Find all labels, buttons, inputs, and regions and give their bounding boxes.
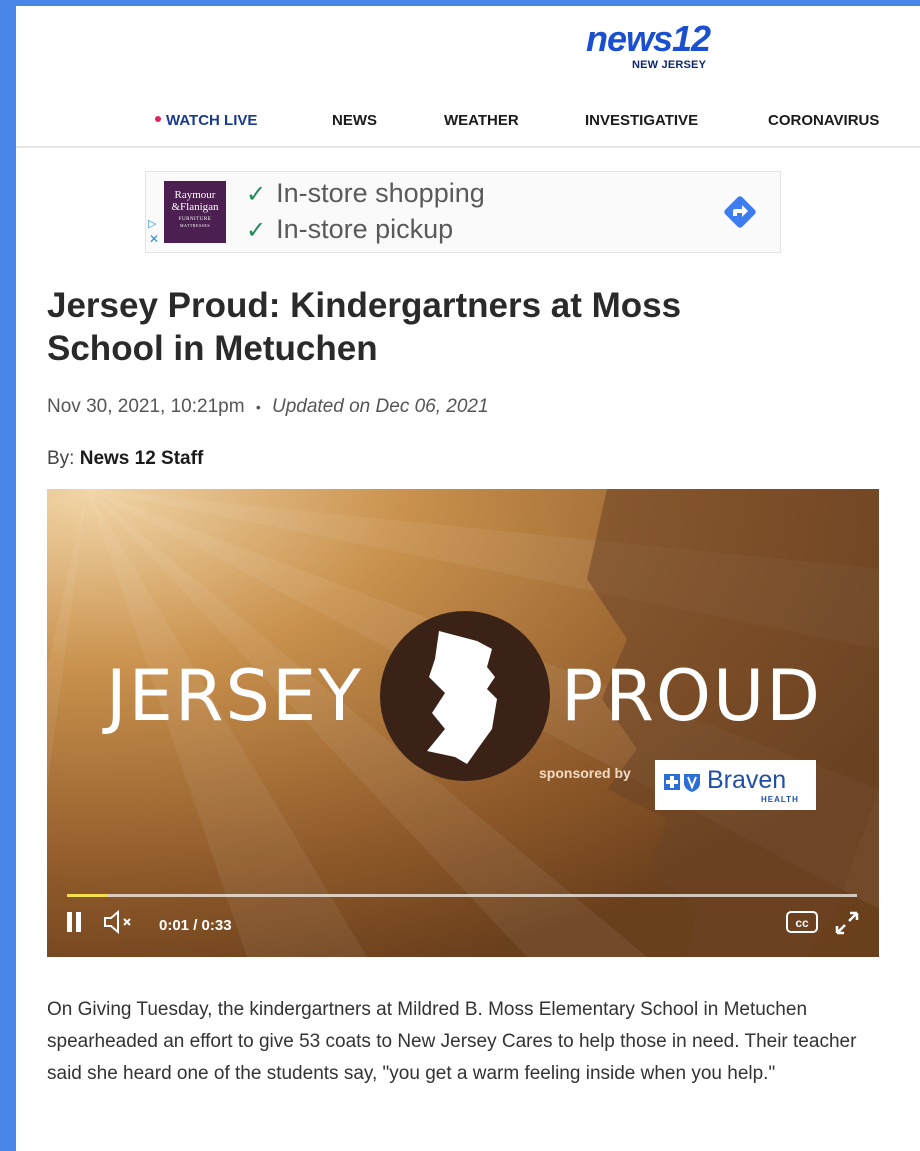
fullscreen-icon[interactable]: [833, 909, 861, 937]
live-dot-icon: [155, 116, 161, 123]
video-title-right: PROUD: [561, 655, 823, 737]
check-icon: ✓: [246, 217, 267, 244]
sponsor-logo: Braven HEALTH: [655, 760, 816, 810]
video-player[interactable]: JERSEY PROUD sponsored by Braven HEALTH …: [47, 489, 879, 957]
sponsor-sub: HEALTH: [761, 795, 799, 804]
page: news12 NEW JERSEY WATCH LIVE NEWS WEATHE…: [16, 6, 920, 1151]
nav-watch-live[interactable]: WATCH LIVE: [155, 112, 257, 129]
header-divider: [16, 146, 920, 148]
nav-weather[interactable]: WEATHER: [444, 112, 519, 129]
byline-prefix: By:: [47, 448, 75, 469]
ad-line-shopping: ✓ In-store shopping: [246, 178, 485, 209]
nav-investigative[interactable]: INVESTIGATIVE: [585, 112, 698, 129]
ad-line-pickup-text: In-store pickup: [276, 214, 454, 244]
bcbs-icon: [664, 774, 700, 792]
cc-icon[interactable]: cc: [785, 909, 819, 935]
video-progress-fill: [67, 894, 107, 897]
muted-icon[interactable]: [102, 909, 138, 935]
updated-date: Updated on Dec 06, 2021: [272, 396, 489, 417]
article-title: Jersey Proud: Kindergartners at Moss Sch…: [47, 286, 682, 368]
pause-icon[interactable]: [65, 909, 85, 935]
close-icon[interactable]: ✕: [149, 232, 159, 246]
article-meta: Nov 30, 2021, 10:21pm • Updated on Dec 0…: [47, 396, 489, 418]
ad-brand-logo: Raymour &Flanigan FURNITURE MATTRESSES: [164, 181, 226, 243]
nav-watch-live-label: WATCH LIVE: [166, 112, 258, 129]
ad-brand-line3: FURNITURE: [178, 217, 212, 222]
directions-icon[interactable]: [720, 192, 760, 232]
ad-brand-line4: MATTRESSES: [179, 223, 211, 228]
article-body: On Giving Tuesday, the kindergartners at…: [47, 999, 857, 1084]
nav-coronavirus[interactable]: CORONAVIRUS: [768, 112, 879, 129]
check-icon: ✓: [246, 181, 267, 208]
publish-date: Nov 30, 2021, 10:21pm: [47, 396, 245, 417]
ad-brand-line1: Raymour: [174, 189, 216, 201]
author-name[interactable]: News 12 Staff: [80, 448, 204, 469]
nav-news[interactable]: NEWS: [332, 112, 377, 129]
ad-line-pickup: ✓ In-store pickup: [246, 214, 453, 245]
video-time: 0:01 / 0:33: [159, 917, 232, 934]
sponsored-by-label: sponsored by: [539, 765, 631, 781]
logo-sub-text: NEW JERSEY: [632, 59, 707, 71]
meta-separator: •: [255, 399, 261, 415]
ad-line-shopping-text: In-store shopping: [276, 178, 485, 208]
svg-text:cc: cc: [795, 916, 809, 930]
ad-brand-line2: &Flanigan: [171, 201, 219, 213]
byline: By: News 12 Staff: [47, 448, 203, 470]
main-nav: WATCH LIVE NEWS WEATHER INVESTIGATIVE CO…: [16, 106, 920, 136]
ad-banner[interactable]: Raymour &Flanigan FURNITURE MATTRESSES ▷…: [145, 171, 781, 253]
ad-choices-icon[interactable]: ▷: [148, 217, 156, 230]
logo-main-text: news12: [586, 18, 711, 59]
video-progress-bar[interactable]: [67, 894, 857, 897]
video-title-left: JERSEY: [106, 655, 363, 737]
sponsor-name: Braven: [707, 766, 787, 794]
site-logo[interactable]: news12 NEW JERSEY: [586, 18, 736, 72]
